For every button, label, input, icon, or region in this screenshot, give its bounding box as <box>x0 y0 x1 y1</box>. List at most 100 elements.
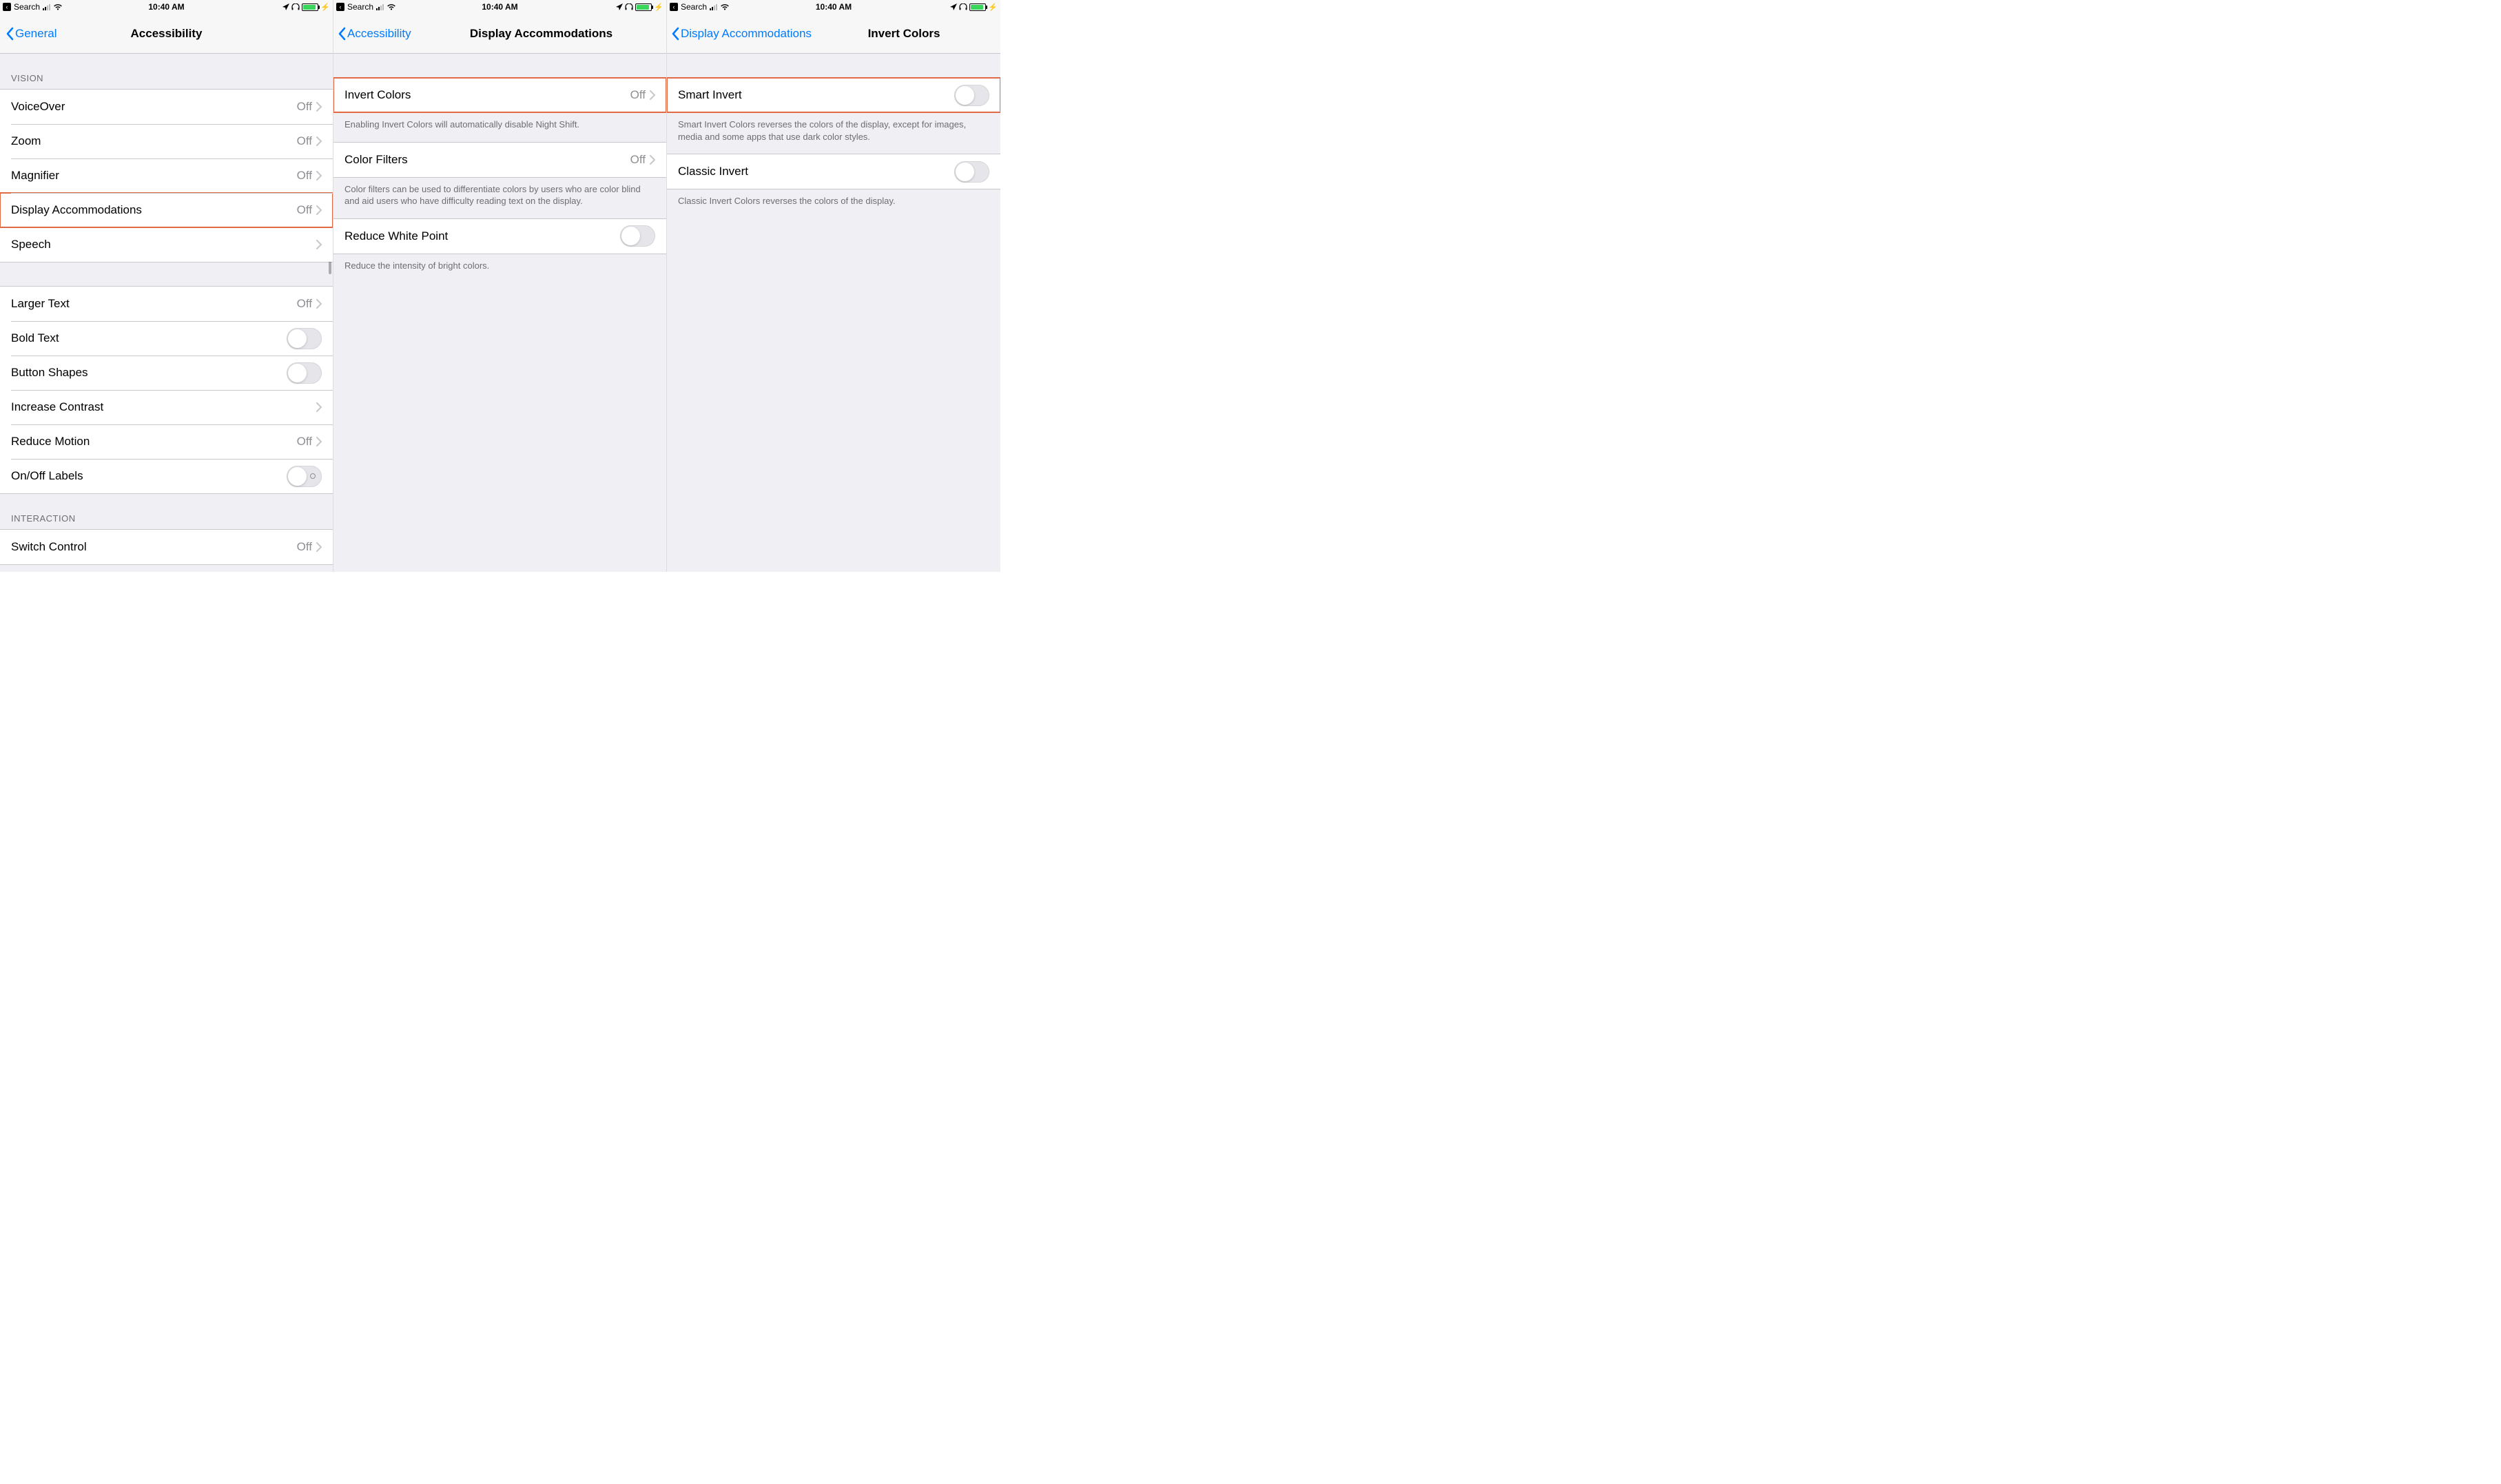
row-smart-invert[interactable]: Smart Invert <box>667 78 1000 112</box>
chevron-right-icon <box>316 136 322 146</box>
chevron-right-icon <box>316 205 322 215</box>
battery-icon <box>969 3 986 11</box>
back-button[interactable]: General <box>6 27 56 41</box>
footer-rwp: Reduce the intensity of bright colors. <box>333 254 666 283</box>
back-label: Accessibility <box>347 27 411 41</box>
row-reduce-motion[interactable]: Reduce Motion Off <box>0 424 333 459</box>
row-label: Zoom <box>11 134 41 148</box>
row-value: Off <box>297 297 312 311</box>
row-value: Off <box>297 169 312 183</box>
content: Invert Colors Off Enabling Invert Colors… <box>333 54 666 282</box>
screen-accessibility: ‹ Search 10:40 AM ⚡ General Accessibilit… <box>0 0 333 572</box>
clock: 10:40 AM <box>0 2 333 12</box>
footer-smart-invert: Smart Invert Colors reverses the colors … <box>667 113 1000 154</box>
row-label: On/Off Labels <box>11 469 83 483</box>
back-button[interactable]: Accessibility <box>338 27 411 41</box>
row-value: Off <box>297 540 312 554</box>
row-switch-control[interactable]: Switch Control Off <box>0 530 333 564</box>
toggle-classic-invert[interactable] <box>954 161 989 183</box>
chevron-right-icon <box>316 437 322 446</box>
row-value: Off <box>297 435 312 449</box>
nav-bar: Accessibility Display Accommodations <box>333 14 666 54</box>
row-label: Reduce Motion <box>11 435 90 449</box>
list-color-filters: Color Filters Off <box>333 142 666 178</box>
row-value: Off <box>630 153 646 167</box>
status-bar: ‹ Search 10:40 AM ⚡ <box>0 0 333 14</box>
row-larger-text[interactable]: Larger Text Off <box>0 287 333 321</box>
list-invert: Invert Colors Off <box>333 77 666 113</box>
row-label: Bold Text <box>11 331 59 345</box>
list-classic-invert: Classic Invert <box>667 154 1000 189</box>
row-label: Larger Text <box>11 297 70 311</box>
toggle-smart-invert[interactable] <box>954 85 989 106</box>
row-invert-colors[interactable]: Invert Colors Off <box>333 78 666 112</box>
row-display-accommodations[interactable]: Display Accommodations Off <box>0 193 333 227</box>
chevron-left-icon <box>671 27 679 41</box>
chevron-right-icon <box>316 542 322 552</box>
back-label: General <box>15 27 56 41</box>
row-label: Increase Contrast <box>11 400 103 414</box>
footer-color-filters: Color filters can be used to differentia… <box>333 178 666 218</box>
content: VISION VoiceOver Off Zoom Off Magnifier <box>0 54 333 565</box>
toggle-bold-text[interactable] <box>287 328 322 349</box>
nav-bar: General Accessibility <box>0 14 333 54</box>
row-magnifier[interactable]: Magnifier Off <box>0 158 333 193</box>
row-value: Off <box>297 203 312 217</box>
row-label: VoiceOver <box>11 100 65 114</box>
row-reduce-white-point[interactable]: Reduce White Point <box>333 219 666 254</box>
row-classic-invert[interactable]: Classic Invert <box>667 154 1000 189</box>
list-vision-2: Larger Text Off Bold Text Button Shapes <box>0 286 333 494</box>
chevron-left-icon <box>6 27 14 41</box>
back-button[interactable]: Display Accommodations <box>671 27 812 41</box>
toggle-button-shapes[interactable] <box>287 362 322 384</box>
row-increase-contrast[interactable]: Increase Contrast <box>0 390 333 424</box>
footer-invert: Enabling Invert Colors will automaticall… <box>333 113 666 142</box>
toggle-onoff-labels[interactable] <box>287 466 322 487</box>
row-label: Magnifier <box>11 169 59 183</box>
screen-display-accommodations: ‹ Search 10:40 AM ⚡ Accessibility Displa… <box>333 0 667 572</box>
page-title: Display Accommodations <box>375 27 667 41</box>
chevron-right-icon <box>316 171 322 181</box>
list-interaction: Switch Control Off <box>0 529 333 565</box>
row-label: Button Shapes <box>11 366 88 380</box>
status-bar: ‹ Search 10:40 AM ⚡ <box>333 0 666 14</box>
row-speech[interactable]: Speech <box>0 227 333 262</box>
toggle-reduce-white-point[interactable] <box>620 225 655 247</box>
row-label: Color Filters <box>344 153 408 167</box>
row-voiceover[interactable]: VoiceOver Off <box>0 90 333 124</box>
chevron-right-icon <box>316 240 322 249</box>
row-bold-text[interactable]: Bold Text <box>0 321 333 355</box>
row-value: Off <box>297 134 312 148</box>
row-label: Classic Invert <box>678 165 748 178</box>
row-label: Smart Invert <box>678 88 742 102</box>
row-zoom[interactable]: Zoom Off <box>0 124 333 158</box>
chevron-right-icon <box>650 90 655 100</box>
group-header-interaction: INTERACTION <box>0 494 333 529</box>
list-rwp: Reduce White Point <box>333 218 666 254</box>
group-header-vision: VISION <box>0 54 333 89</box>
row-value: Off <box>297 100 312 114</box>
row-value: Off <box>630 88 646 102</box>
battery-icon <box>635 3 652 11</box>
list-smart-invert: Smart Invert <box>667 77 1000 113</box>
back-label: Display Accommodations <box>681 27 812 41</box>
row-onoff-labels[interactable]: On/Off Labels <box>0 459 333 493</box>
nav-bar: Display Accommodations Invert Colors <box>667 14 1000 54</box>
footer-classic-invert: Classic Invert Colors reverses the color… <box>667 189 1000 218</box>
screen-invert-colors: ‹ Search 10:40 AM ⚡ Display Accommodatio… <box>667 0 1000 572</box>
row-label: Invert Colors <box>344 88 411 102</box>
chevron-right-icon <box>316 102 322 112</box>
row-button-shapes[interactable]: Button Shapes <box>0 355 333 390</box>
row-color-filters[interactable]: Color Filters Off <box>333 143 666 177</box>
row-label: Display Accommodations <box>11 203 142 217</box>
row-label: Reduce White Point <box>344 229 448 243</box>
content: Smart Invert Smart Invert Colors reverse… <box>667 54 1000 218</box>
chevron-right-icon <box>650 155 655 165</box>
chevron-left-icon <box>338 27 346 41</box>
chevron-right-icon <box>316 402 322 412</box>
row-label: Speech <box>11 238 51 251</box>
status-bar: ‹ Search 10:40 AM ⚡ <box>667 0 1000 14</box>
row-label: Switch Control <box>11 540 87 554</box>
list-vision-1: VoiceOver Off Zoom Off Magnifier Off <box>0 89 333 262</box>
battery-icon <box>302 3 318 11</box>
